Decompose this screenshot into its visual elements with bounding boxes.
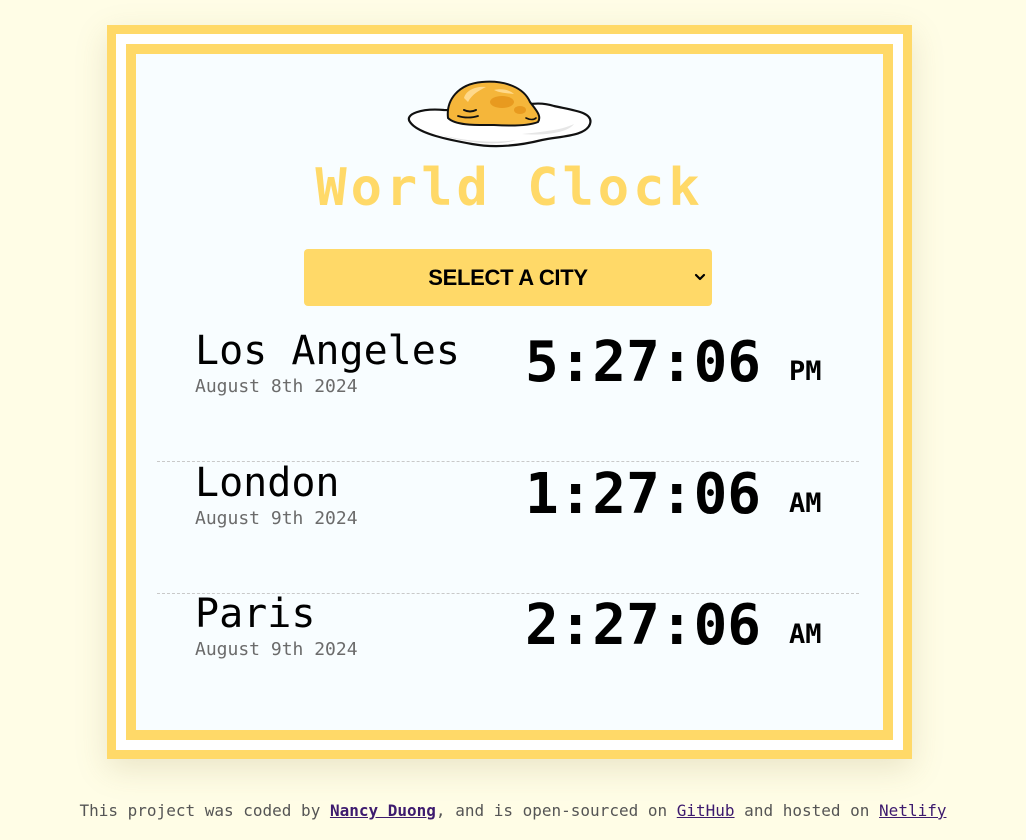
city-row-london: London August 9th 2024 1:27:06 AM: [157, 463, 859, 594]
city-name: London: [195, 460, 340, 506]
clock-card-gap: World Clock SELECT A CITY Los Angeles Au…: [116, 34, 903, 750]
clock-card-outer-frame: World Clock SELECT A CITY Los Angeles Au…: [107, 25, 912, 759]
author-link[interactable]: Nancy Duong: [330, 801, 436, 820]
clock-card: World Clock SELECT A CITY Los Angeles Au…: [126, 44, 893, 740]
gudetama-egg-icon: [407, 80, 592, 148]
city-time: 2:27:06: [525, 593, 762, 658]
city-name: Los Angeles: [195, 328, 460, 374]
city-name: Paris: [195, 591, 316, 637]
city-date: August 9th 2024: [195, 639, 358, 660]
footer-text: and hosted on: [734, 801, 880, 820]
city-select-dropdown[interactable]: SELECT A CITY: [304, 249, 712, 306]
city-date: August 8th 2024: [195, 376, 358, 397]
city-date: August 9th 2024: [195, 508, 358, 529]
github-link[interactable]: GitHub: [677, 801, 735, 820]
city-row-los-angeles: Los Angeles August 8th 2024 5:27:06 PM: [157, 331, 859, 462]
city-row-paris: Paris August 9th 2024 2:27:06 AM: [157, 594, 859, 725]
city-time-period: AM: [789, 619, 822, 650]
app-title: World Clock: [315, 158, 704, 218]
footer: This project was coded by Nancy Duong, a…: [0, 801, 1026, 820]
chevron-down-icon: [694, 273, 706, 281]
netlify-link[interactable]: Netlify: [879, 801, 946, 820]
city-select-label: SELECT A CITY: [428, 265, 588, 290]
footer-text: This project was coded by: [79, 801, 330, 820]
city-time-period: PM: [789, 356, 822, 387]
city-time: 1:27:06: [525, 462, 762, 527]
city-time-period: AM: [789, 488, 822, 519]
footer-text: , and is open-sourced on: [435, 801, 677, 820]
city-time: 5:27:06: [525, 330, 762, 395]
